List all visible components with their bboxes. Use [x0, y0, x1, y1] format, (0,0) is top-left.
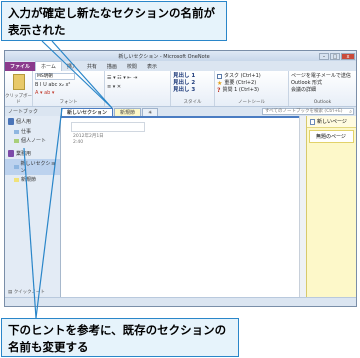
section-item-personal-notes[interactable]: 個人ノート	[5, 136, 60, 145]
font-format-icons[interactable]: B I U abc x₂ x²	[35, 82, 102, 88]
clipboard-group: クリップボード	[5, 71, 33, 106]
callout-top-text: 入力が確定し新たなセクションの名前が表示された	[8, 6, 215, 37]
styles-group-label: スタイル	[183, 100, 202, 105]
section-item-label: 仕事	[21, 129, 32, 135]
search-icon[interactable]: ⌕	[349, 109, 352, 115]
close-button[interactable]: x	[341, 52, 355, 60]
style-heading-1[interactable]: 見出し 1	[173, 73, 212, 80]
tab-file[interactable]: ファイル	[5, 62, 36, 71]
notebooks-label: ノートブック	[8, 109, 39, 115]
list-icons[interactable]: ☰ ▾ ☷ ▾ ⇤ ⇥	[107, 75, 168, 81]
font-select[interactable]: MS明朝	[35, 73, 75, 80]
add-section-tab[interactable]: ✳	[142, 108, 159, 116]
maximize-button[interactable]: □	[330, 52, 340, 60]
page-list-item[interactable]: 無題のページ	[309, 130, 354, 143]
section-item-new-node[interactable]: 新規節	[5, 175, 60, 184]
outlook-group-label: Outlook	[313, 100, 332, 105]
tags-group-label: ノートシール	[238, 100, 265, 105]
callout-bottom-text: 下のヒントを参考に、既存のセクションの名前も変更する	[8, 323, 227, 354]
page-datetime: 2012年2月1日 2:40	[73, 134, 104, 146]
style-heading-3[interactable]: 見出し 3	[173, 87, 212, 94]
page-time: 2:40	[73, 140, 84, 145]
tab-insert[interactable]: 挿入	[62, 62, 82, 71]
section-color-icon	[14, 138, 19, 143]
section-item-label: 個人ノート	[21, 138, 47, 144]
quick-notes-link[interactable]: ▤ クイックノート	[8, 289, 45, 295]
clipboard-group-label: クリップボード	[5, 94, 32, 105]
star-icon: ★	[217, 80, 223, 87]
tags-group: タスク (Ctrl+1) ★ 重要 (Ctrl+2) ? 質問 1 (Ctrl+3)…	[215, 71, 289, 106]
notebook-icon	[8, 150, 14, 157]
page-list-item-label: 無題のページ	[316, 134, 346, 140]
ribbon: クリップボード MS明朝 B I U abc x₂ x² A ▾ ab ▾ フォ…	[5, 71, 356, 107]
tag-question-label: 質問 1 (Ctrl+3)	[222, 87, 260, 93]
notebook-personal[interactable]: 個人用	[5, 116, 60, 127]
page-canvas[interactable]: 2012年2月1日 2:40	[61, 116, 299, 297]
tab-review[interactable]: 校閲	[122, 62, 142, 71]
callout-bottom: 下のヒントを参考に、既存のセクションの名前も変更する	[1, 318, 239, 357]
basic-text-group: ☰ ▾ ☷ ▾ ⇤ ⇥ ≡ ▾ ✕	[105, 71, 171, 106]
tag-task-label: タスク (Ctrl+1)	[224, 73, 261, 79]
paste-icon[interactable]	[12, 74, 25, 90]
tab-share[interactable]: 共有	[82, 62, 102, 71]
tab-home[interactable]: ホーム	[35, 61, 62, 71]
section-tabs: 新しいセクション 新規節 ✳	[61, 107, 159, 116]
section-item-label: 新しいセクション	[20, 161, 56, 174]
section-color-icon	[14, 129, 19, 134]
section-item-work[interactable]: 仕事	[5, 127, 60, 136]
checkbox-icon	[217, 74, 222, 79]
tag-task[interactable]: タスク (Ctrl+1)	[217, 73, 286, 80]
tab-draw[interactable]: 描画	[102, 62, 122, 71]
search-input[interactable]: すべてのノートブックを検索 (Ctrl+E) ⌕	[262, 108, 354, 115]
window-title: 新しいセクション - Microsoft OneNote	[118, 53, 210, 60]
section-tab-new[interactable]: 新しいセクション	[61, 108, 114, 116]
email-page-button[interactable]: ページを電子メールで送信	[291, 73, 354, 80]
font-group: MS明朝 B I U abc x₂ x² A ▾ ab ▾ フォント	[33, 71, 105, 106]
tag-question[interactable]: ? 質問 1 (Ctrl+3)	[217, 87, 286, 94]
quick-notes-label: クイックノート	[13, 290, 45, 295]
main-area: 個人用 仕事 個人ノート 業務用 新しいセクション 新規節 ▤ クイックノート …	[5, 116, 356, 297]
tag-important-label: 重要 (Ctrl+2)	[224, 80, 257, 86]
notebook-personal-label: 個人用	[16, 119, 32, 125]
style-heading-2[interactable]: 見出し 2	[173, 80, 212, 87]
new-page-label: 新しいページ	[317, 119, 347, 125]
notebook-pane: 個人用 仕事 個人ノート 業務用 新しいセクション 新規節 ▤ クイックノート	[5, 116, 61, 297]
ribbon-tab-bar: ファイル ホーム 挿入 共有 描画 校閲 表示	[5, 61, 356, 71]
styles-group: 見出し 1 見出し 2 見出し 3 スタイル	[171, 71, 215, 106]
tab-view[interactable]: 表示	[142, 62, 162, 71]
section-item-label: 新規節	[21, 177, 37, 183]
section-color-icon	[14, 177, 19, 182]
section-tab-2[interactable]: 新規節	[114, 108, 142, 116]
align-icons[interactable]: ≡ ▾ ✕	[107, 84, 168, 90]
minimize-button[interactable]: –	[319, 52, 329, 60]
font-group-label: フォント	[59, 100, 78, 105]
status-bar	[5, 297, 356, 306]
callout-top: 入力が確定し新たなセクションの名前が表示された	[1, 1, 227, 41]
section-color-icon	[14, 165, 19, 169]
onenote-window: 新しいセクション - Microsoft OneNote – □ x ファイル …	[4, 50, 357, 307]
section-navigation-bar: ノートブック 新しいセクション 新規節 ✳ すべてのノートブックを検索 (Ctr…	[5, 107, 356, 116]
new-page-button[interactable]: 新しいページ	[307, 116, 356, 128]
notebook-work[interactable]: 業務用	[5, 148, 60, 159]
tag-important[interactable]: ★ 重要 (Ctrl+2)	[217, 80, 286, 87]
meeting-details-button[interactable]: 会議の詳細	[291, 87, 354, 94]
outlook-group: ページを電子メールで送信 Outlook 形式 会議の詳細 Outlook	[289, 71, 356, 106]
question-icon: ?	[217, 87, 221, 94]
section-item-new-section[interactable]: 新しいセクション	[5, 159, 60, 175]
notebook-work-label: 業務用	[16, 151, 32, 157]
title-bar: 新しいセクション - Microsoft OneNote – □ x	[5, 51, 356, 61]
page-title-input[interactable]	[71, 122, 145, 132]
page-list-pane: 新しいページ 無題のページ	[306, 116, 356, 297]
search-placeholder: すべてのノートブックを検索 (Ctrl+E)	[265, 109, 343, 114]
font-color-icon[interactable]: A ▾ ab ▾	[35, 90, 102, 96]
outlook-tasks-button[interactable]: Outlook 形式	[291, 80, 354, 87]
notebook-icon	[8, 118, 14, 125]
page-scrollbar[interactable]	[299, 116, 306, 297]
new-page-icon	[310, 118, 315, 125]
